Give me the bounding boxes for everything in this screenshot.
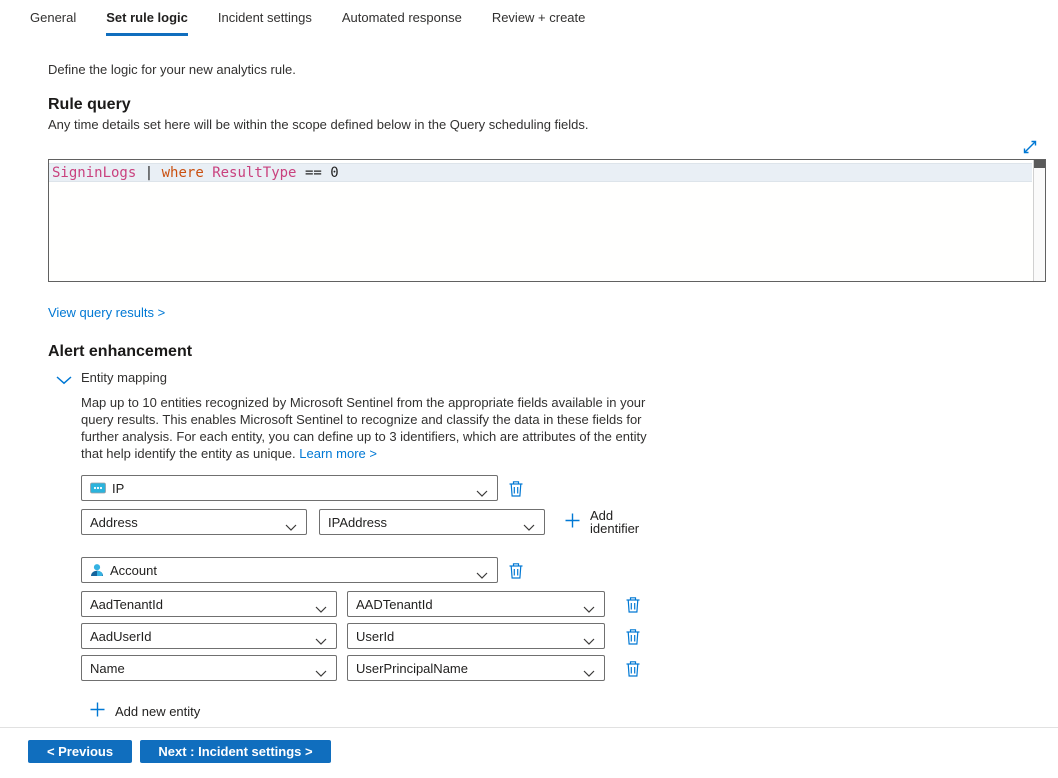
chevron-down-icon — [476, 485, 488, 500]
chevron-down-icon — [476, 567, 488, 582]
chevron-down-icon — [583, 633, 595, 648]
entity-type-value: IP — [112, 481, 124, 496]
entity-type-dropdown-ip[interactable]: IP — [81, 475, 498, 501]
identifier-value-value: UserPrincipalName — [356, 661, 468, 676]
identifier-value-value: AADTenantId — [356, 597, 433, 612]
tab-content: Define the logic for your new analytics … — [0, 62, 1046, 720]
identifier-field-dropdown[interactable]: Address — [81, 509, 307, 535]
entity-type-value: Account — [110, 563, 157, 578]
account-icon — [90, 563, 104, 577]
identifier-field-dropdown[interactable]: Name — [81, 655, 337, 681]
tab-set-rule-logic[interactable]: Set rule logic — [106, 10, 188, 36]
delete-identifier-button[interactable] — [623, 626, 643, 646]
delete-identifier-button[interactable] — [623, 658, 643, 678]
entity-mapping-toggle[interactable]: Entity mapping — [56, 370, 1046, 385]
delete-entity-button[interactable] — [506, 560, 526, 580]
editor-scrollbar-thumb[interactable] — [1034, 160, 1045, 168]
intro-text: Define the logic for your new analytics … — [48, 62, 1046, 77]
add-identifier-label: Add identifier — [590, 509, 638, 535]
entity-mapping-label: Entity mapping — [81, 370, 167, 385]
tab-automated-response[interactable]: Automated response — [342, 10, 462, 36]
query-code-editor[interactable]: SigninLogs | where ResultType == 0 — [48, 159, 1046, 282]
identifier-field-value: AadTenantId — [90, 597, 163, 612]
chevron-down-icon — [315, 665, 327, 680]
next-incident-settings-button[interactable]: Next : Incident settings > — [140, 740, 331, 763]
tab-incident-settings[interactable]: Incident settings — [218, 10, 312, 36]
identifier-field-dropdown[interactable]: AadTenantId — [81, 591, 337, 617]
chevron-down-icon — [56, 373, 72, 382]
identifier-field-value: Name — [90, 661, 125, 676]
identifier-value-dropdown[interactable]: IPAddress — [319, 509, 545, 535]
alert-enhancement-heading: Alert enhancement — [48, 342, 1046, 362]
identifier-value-dropdown[interactable]: UserPrincipalName — [347, 655, 605, 681]
identifier-field-value: AadUserId — [90, 629, 151, 644]
delete-identifier-button[interactable] — [623, 594, 643, 614]
learn-more-link[interactable]: Learn more > — [299, 446, 377, 461]
entity-mapping-description: Map up to 10 entities recognized by Micr… — [81, 394, 649, 462]
chevron-down-icon — [523, 519, 535, 534]
chevron-down-icon — [583, 601, 595, 616]
identifier-value-dropdown[interactable]: AADTenantId — [347, 591, 605, 617]
add-identifier-button[interactable]: Add identifier — [565, 509, 643, 535]
add-new-entity-button[interactable]: Add new entity — [90, 702, 200, 720]
rule-query-description: Any time details set here will be within… — [48, 117, 1046, 133]
expand-editor-icon[interactable] — [1022, 139, 1038, 155]
rule-query-heading: Rule query — [48, 95, 1046, 115]
plus-icon — [565, 513, 580, 531]
previous-button[interactable]: < Previous — [28, 740, 132, 763]
wizard-tabbar: General Set rule logic Incident settings… — [0, 0, 1058, 36]
ip-icon — [90, 482, 106, 494]
footer-divider — [0, 727, 1058, 728]
editor-scrollbar[interactable] — [1033, 160, 1045, 281]
wizard-footer: < Previous Next : Incident settings > — [0, 740, 1058, 763]
add-new-entity-label: Add new entity — [115, 704, 200, 719]
entity-type-dropdown-account[interactable]: Account — [81, 557, 498, 583]
identifier-value-value: IPAddress — [328, 515, 387, 530]
view-query-results-link[interactable]: View query results > — [48, 305, 165, 320]
identifier-value-dropdown[interactable]: UserId — [347, 623, 605, 649]
plus-icon — [90, 702, 105, 720]
chevron-down-icon — [583, 665, 595, 680]
chevron-down-icon — [315, 633, 327, 648]
delete-entity-button[interactable] — [506, 478, 526, 498]
identifier-value-value: UserId — [356, 629, 394, 644]
tab-general[interactable]: General — [30, 10, 76, 36]
identifier-field-dropdown[interactable]: AadUserId — [81, 623, 337, 649]
identifier-field-value: Address — [90, 515, 138, 530]
code-line: SigninLogs | where ResultType == 0 — [49, 160, 1045, 183]
chevron-down-icon — [285, 519, 297, 534]
tab-review-create[interactable]: Review + create — [492, 10, 586, 36]
chevron-down-icon — [315, 601, 327, 616]
